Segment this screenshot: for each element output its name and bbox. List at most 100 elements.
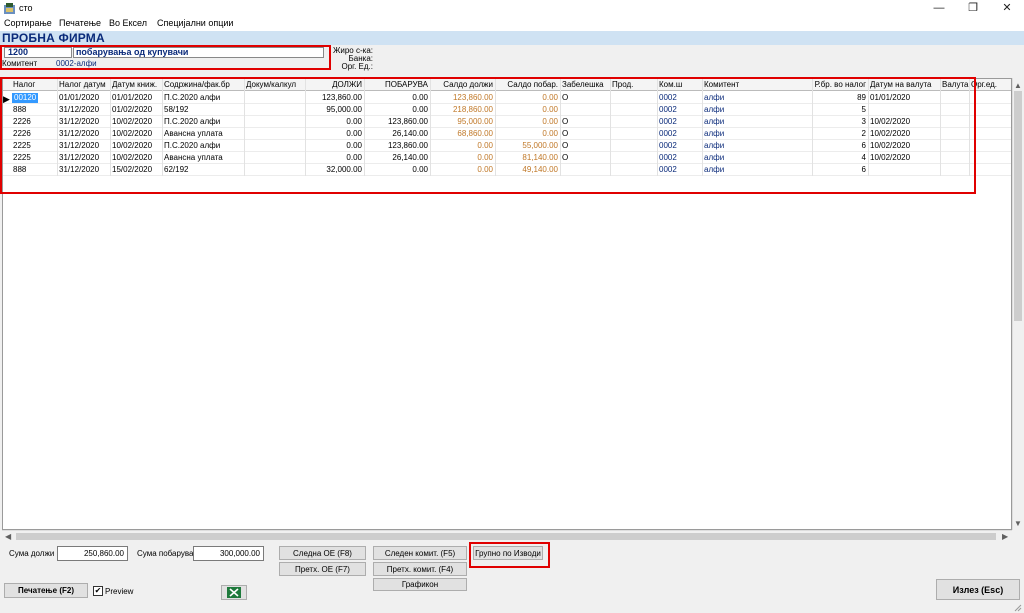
scroll-right-icon[interactable]: ▶ — [1002, 532, 1008, 541]
header-col-nalog-datum[interactable]: Налог датум — [57, 80, 110, 90]
chart-button[interactable]: Графикон — [373, 578, 467, 591]
cell-col-prod — [610, 93, 657, 103]
cell-col-zabeleska: О — [562, 117, 569, 126]
scroll-down-icon[interactable]: ▼ — [1014, 519, 1022, 528]
close-button[interactable]: ✕ — [990, 0, 1024, 17]
header-col-pobaruva[interactable]: ПОБАРУВА — [364, 80, 430, 90]
menu-special-options[interactable]: Специјални опции — [157, 18, 233, 28]
cell-col-org-ed — [969, 129, 1011, 139]
window-title: сто — [19, 3, 33, 13]
cell-col-nalog-datum: 31/12/2020 — [59, 129, 100, 138]
prev-oe-button[interactable]: Претх. ОЕ (F7) — [279, 562, 366, 576]
header-col-saldo-dolzi[interactable]: Салдо должи — [430, 80, 495, 90]
cell-col-dolzi: 0.00 — [346, 141, 362, 150]
restore-button[interactable]: ❐ — [956, 0, 990, 17]
column-divider — [868, 79, 869, 176]
komitent-label: Комитент — [2, 59, 38, 68]
komitent-value: 0002-алфи — [56, 59, 97, 68]
cell-col-sodrzina: Авансна уплата — [164, 153, 223, 162]
table-row[interactable]: 888 31/12/2020 01/02/2020 58/192 95,000.00 0.… — [3, 104, 1011, 116]
menu-excel[interactable]: Во Ексел — [109, 18, 147, 28]
cell-col-saldo-dolzi: 95,000.00 — [457, 117, 493, 126]
menu-sort[interactable]: Сортирање — [4, 18, 52, 28]
cell-col-komitent: алфи — [704, 93, 725, 102]
cell-col-prod — [610, 105, 657, 115]
cell-col-valuta — [940, 93, 969, 103]
cell-col-datum-kniz: 10/02/2020 — [112, 129, 153, 138]
cell-col-datum-valuta: 10/02/2020 — [870, 141, 911, 150]
print-button[interactable]: Печатење (F2) — [4, 583, 88, 598]
cell-col-zabeleska — [560, 105, 610, 115]
header-col-datum-valuta[interactable]: Датум на валута — [868, 80, 940, 90]
close-icon: ✕ — [1002, 2, 1012, 14]
cell-col-komitent: алфи — [704, 117, 725, 126]
excel-export-button[interactable] — [221, 585, 247, 600]
column-divider — [702, 79, 703, 176]
vertical-scroll-thumb[interactable] — [1014, 91, 1022, 321]
minimize-button[interactable]: — — [922, 0, 956, 17]
column-divider — [940, 79, 941, 176]
company-name: ПРОБНА ФИРМА — [2, 31, 105, 45]
header-col-org-ed[interactable]: Орг.ед. — [969, 80, 1011, 90]
menu-print[interactable]: Печатење — [59, 18, 101, 28]
header-col-komitent[interactable]: Комитент — [702, 80, 812, 90]
header-col-datum-kniz[interactable]: Датум книж. — [110, 80, 162, 90]
horizontal-scroll-thumb[interactable] — [16, 533, 996, 540]
cell-col-org-ed — [969, 93, 1011, 103]
next-komitent-button[interactable]: Следен комит. (F5) — [373, 546, 467, 560]
header-col-nalog[interactable]: Налог — [11, 80, 57, 90]
cell-col-nalog-datum: 31/12/2020 — [59, 153, 100, 162]
table-row[interactable]: 2225 31/12/2020 10/02/2020 П.С.2020 алфи 0.0… — [3, 140, 1011, 152]
cell-col-nalog-datum: 31/12/2020 — [59, 165, 100, 174]
cell-col-zabeleska: О — [562, 141, 569, 150]
cell-col-saldo-dolzi: 218,860.00 — [452, 105, 493, 114]
table-row[interactable]: 00120 01/01/2020 01/01/2020 П.С.2020 алфи 12… — [3, 92, 1011, 104]
header-col-dokum[interactable]: Докум/калкул — [244, 80, 305, 90]
cell-col-nalog-datum: 31/12/2020 — [59, 117, 100, 126]
header-col-saldo-pobar[interactable]: Салдо побар. — [495, 80, 560, 90]
cell-col-dolzi: 123,860.00 — [321, 93, 362, 102]
cell-col-komitent: алфи — [704, 105, 725, 114]
header-col-valuta[interactable]: Валута — [940, 80, 969, 90]
cell-col-datum-kniz: 10/02/2020 — [112, 117, 153, 126]
header-col-dolzi[interactable]: ДОЛЖИ — [305, 80, 364, 90]
suma-dolzi-field: 250,860.00 — [57, 546, 128, 561]
table-row[interactable]: 2226 31/12/2020 10/02/2020 Авансна уплата 0.… — [3, 128, 1011, 140]
cell-col-rbr: 6 — [861, 165, 866, 174]
table-row[interactable]: 2226 31/12/2020 10/02/2020 П.С.2020 алфи 0.0… — [3, 116, 1011, 128]
prev-komitent-button[interactable]: Претх. комит. (F4) — [373, 562, 467, 576]
cell-col-kom-s: 0002 — [659, 117, 677, 126]
scroll-left-icon[interactable]: ◀ — [5, 532, 11, 541]
group-by-statements-button[interactable]: Групно по Изводи — [473, 546, 543, 560]
cell-col-prod — [610, 141, 657, 151]
header-col-rbr[interactable]: Р.бр. во налог — [812, 80, 868, 90]
account-code-field[interactable]: 1200 — [4, 47, 72, 58]
cell-col-nalog-datum: 31/12/2020 — [59, 141, 100, 150]
account-name-field: побарувања од купувачи — [73, 47, 324, 58]
cell-col-datum-kniz: 01/01/2020 — [112, 93, 153, 102]
cell-col-saldo-pobar: 49,140.00 — [522, 165, 558, 174]
cell-col-datum-valuta — [868, 165, 940, 175]
next-oe-button[interactable]: Следна ОЕ (F8) — [279, 546, 366, 560]
table-row[interactable]: 888 31/12/2020 15/02/2020 62/192 32,000.00 0.… — [3, 164, 1011, 176]
cell-col-datum-valuta — [868, 105, 940, 115]
column-divider — [162, 79, 163, 176]
cell-col-rbr: 4 — [861, 153, 866, 162]
cell-col-pobaruva: 123,860.00 — [387, 141, 428, 150]
cell-col-nalog: 2225 — [13, 141, 31, 150]
cell-col-datum-valuta: 01/01/2020 — [870, 93, 911, 102]
table-row[interactable]: 2225 31/12/2020 10/02/2020 Авансна уплата 0.… — [3, 152, 1011, 164]
header-col-prod[interactable]: Прод. — [610, 80, 657, 90]
preview-checkbox[interactable]: ✔ — [93, 586, 103, 596]
scroll-up-icon[interactable]: ▲ — [1014, 81, 1022, 90]
account-divider — [2, 68, 328, 69]
header-col-sodrzina[interactable]: Содржина/фак.бр — [162, 80, 244, 90]
column-divider — [110, 79, 111, 176]
header-col-kom-s[interactable]: Ком.ш — [657, 80, 702, 90]
exit-button[interactable]: Излез (Esc) — [936, 579, 1020, 600]
cell-col-valuta — [940, 129, 969, 139]
header-col-zabeleska[interactable]: Забелешка — [560, 80, 610, 90]
cell-col-datum-valuta: 10/02/2020 — [870, 117, 911, 126]
cell-col-sodrzina: П.С.2020 алфи — [164, 117, 221, 126]
resize-grip[interactable] — [1012, 602, 1022, 612]
